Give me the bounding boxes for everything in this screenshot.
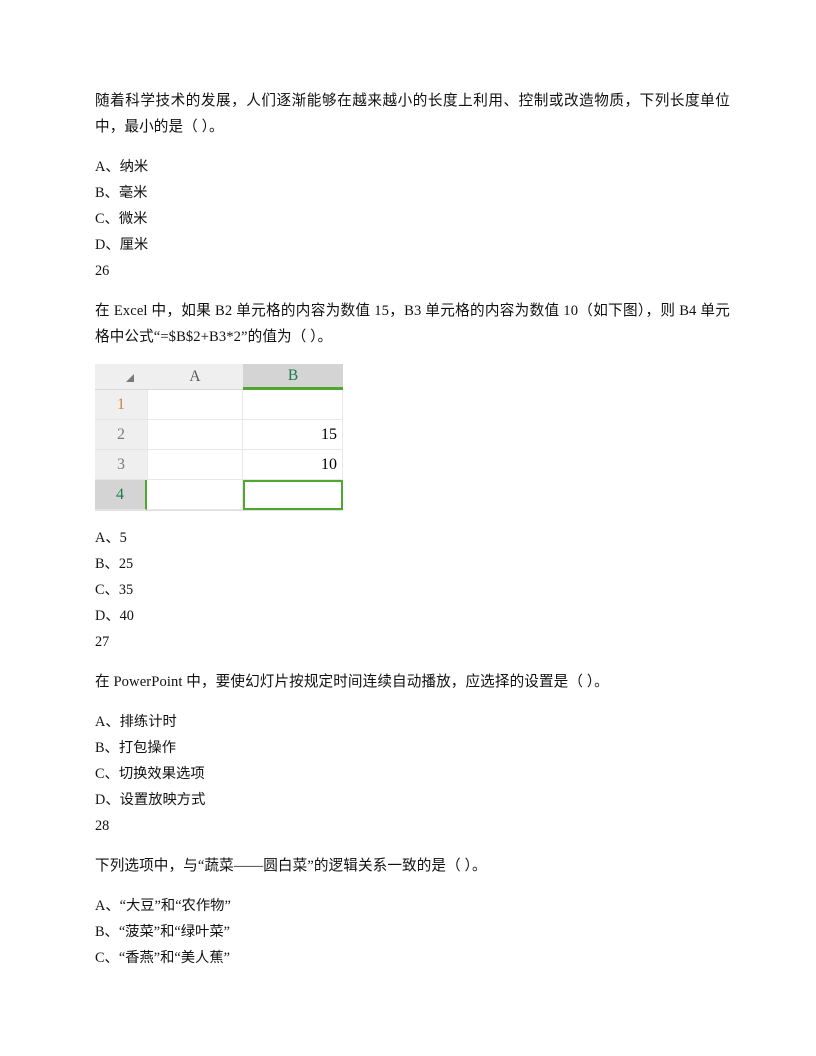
column-header-b[interactable]: B xyxy=(243,364,343,390)
column-header-a[interactable]: A xyxy=(147,364,243,390)
question-stem-q28: 下列选项中，与“蔬菜——圆白菜”的逻辑关系一致的是（ ）。 xyxy=(95,858,487,874)
cell-b4-active[interactable] xyxy=(243,480,343,510)
cell-b2[interactable]: 15 xyxy=(243,420,343,450)
row-header-1[interactable]: 1 xyxy=(95,390,147,420)
spreadsheet-bottom-edge xyxy=(95,510,343,511)
option-list-q27: A、排练计时 B、打包操作 C、切换效果选项 D、设置放映方式 xyxy=(95,709,730,813)
cell-b3[interactable]: 10 xyxy=(243,450,343,480)
option-list-q26: A、5 B、25 C、35 D、40 xyxy=(95,525,730,629)
option-q27-d[interactable]: D、设置放映方式 xyxy=(95,787,730,813)
option-q25-c[interactable]: C、微米 xyxy=(95,206,730,232)
question-stem-q27: 在 PowerPoint 中，要使幻灯片按规定时间连续自动播放，应选择的设置是（… xyxy=(95,674,609,690)
option-q27-b[interactable]: B、打包操作 xyxy=(95,735,730,761)
option-list-q28: A、“大豆”和“农作物” B、“菠菜”和“绿叶菜” C、“香燕”和“美人蕉” xyxy=(95,893,730,971)
cell-a3[interactable] xyxy=(147,450,243,480)
option-q26-a[interactable]: A、5 xyxy=(95,525,730,551)
cell-a2[interactable] xyxy=(147,420,243,450)
cell-b1[interactable] xyxy=(243,390,343,420)
spreadsheet-grid: A B 1 2 15 3 10 4 xyxy=(95,364,343,510)
question-stem-q26: 在 Excel 中，如果 B2 单元格的内容为数值 15，B3 单元格的内容为数… xyxy=(95,303,730,345)
cell-a4[interactable] xyxy=(147,480,243,510)
option-list-q25: A、纳米 B、毫米 C、微米 D、厘米 xyxy=(95,154,730,258)
question-number-26: 26 xyxy=(95,263,110,279)
option-q26-d[interactable]: D、40 xyxy=(95,603,730,629)
row-header-2[interactable]: 2 xyxy=(95,420,147,450)
question-number-28: 28 xyxy=(95,818,110,834)
option-q28-c[interactable]: C、“香燕”和“美人蕉” xyxy=(95,945,730,971)
option-q28-a[interactable]: A、“大豆”和“农作物” xyxy=(95,893,730,919)
option-q25-a[interactable]: A、纳米 xyxy=(95,154,730,180)
row-header-3[interactable]: 3 xyxy=(95,450,147,480)
option-q25-d[interactable]: D、厘米 xyxy=(95,232,730,258)
row-header-4[interactable]: 4 xyxy=(95,480,147,510)
excel-figure: A B 1 2 15 3 10 4 xyxy=(95,364,730,511)
option-q27-a[interactable]: A、排练计时 xyxy=(95,709,730,735)
question-stem-q25: 随着科学技术的发展，人们逐渐能够在越来越小的长度上利用、控制或改造物质，下列长度… xyxy=(95,93,730,135)
cell-a1[interactable] xyxy=(147,390,243,420)
exam-page: 随着科学技术的发展，人们逐渐能够在越来越小的长度上利用、控制或改造物质，下列长度… xyxy=(0,0,816,1056)
select-all-triangle-icon[interactable] xyxy=(95,364,147,390)
question-number-27: 27 xyxy=(95,634,110,650)
option-q25-b[interactable]: B、毫米 xyxy=(95,180,730,206)
option-q28-b[interactable]: B、“菠菜”和“绿叶菜” xyxy=(95,919,730,945)
option-q27-c[interactable]: C、切换效果选项 xyxy=(95,761,730,787)
option-q26-c[interactable]: C、35 xyxy=(95,577,730,603)
option-q26-b[interactable]: B、25 xyxy=(95,551,730,577)
